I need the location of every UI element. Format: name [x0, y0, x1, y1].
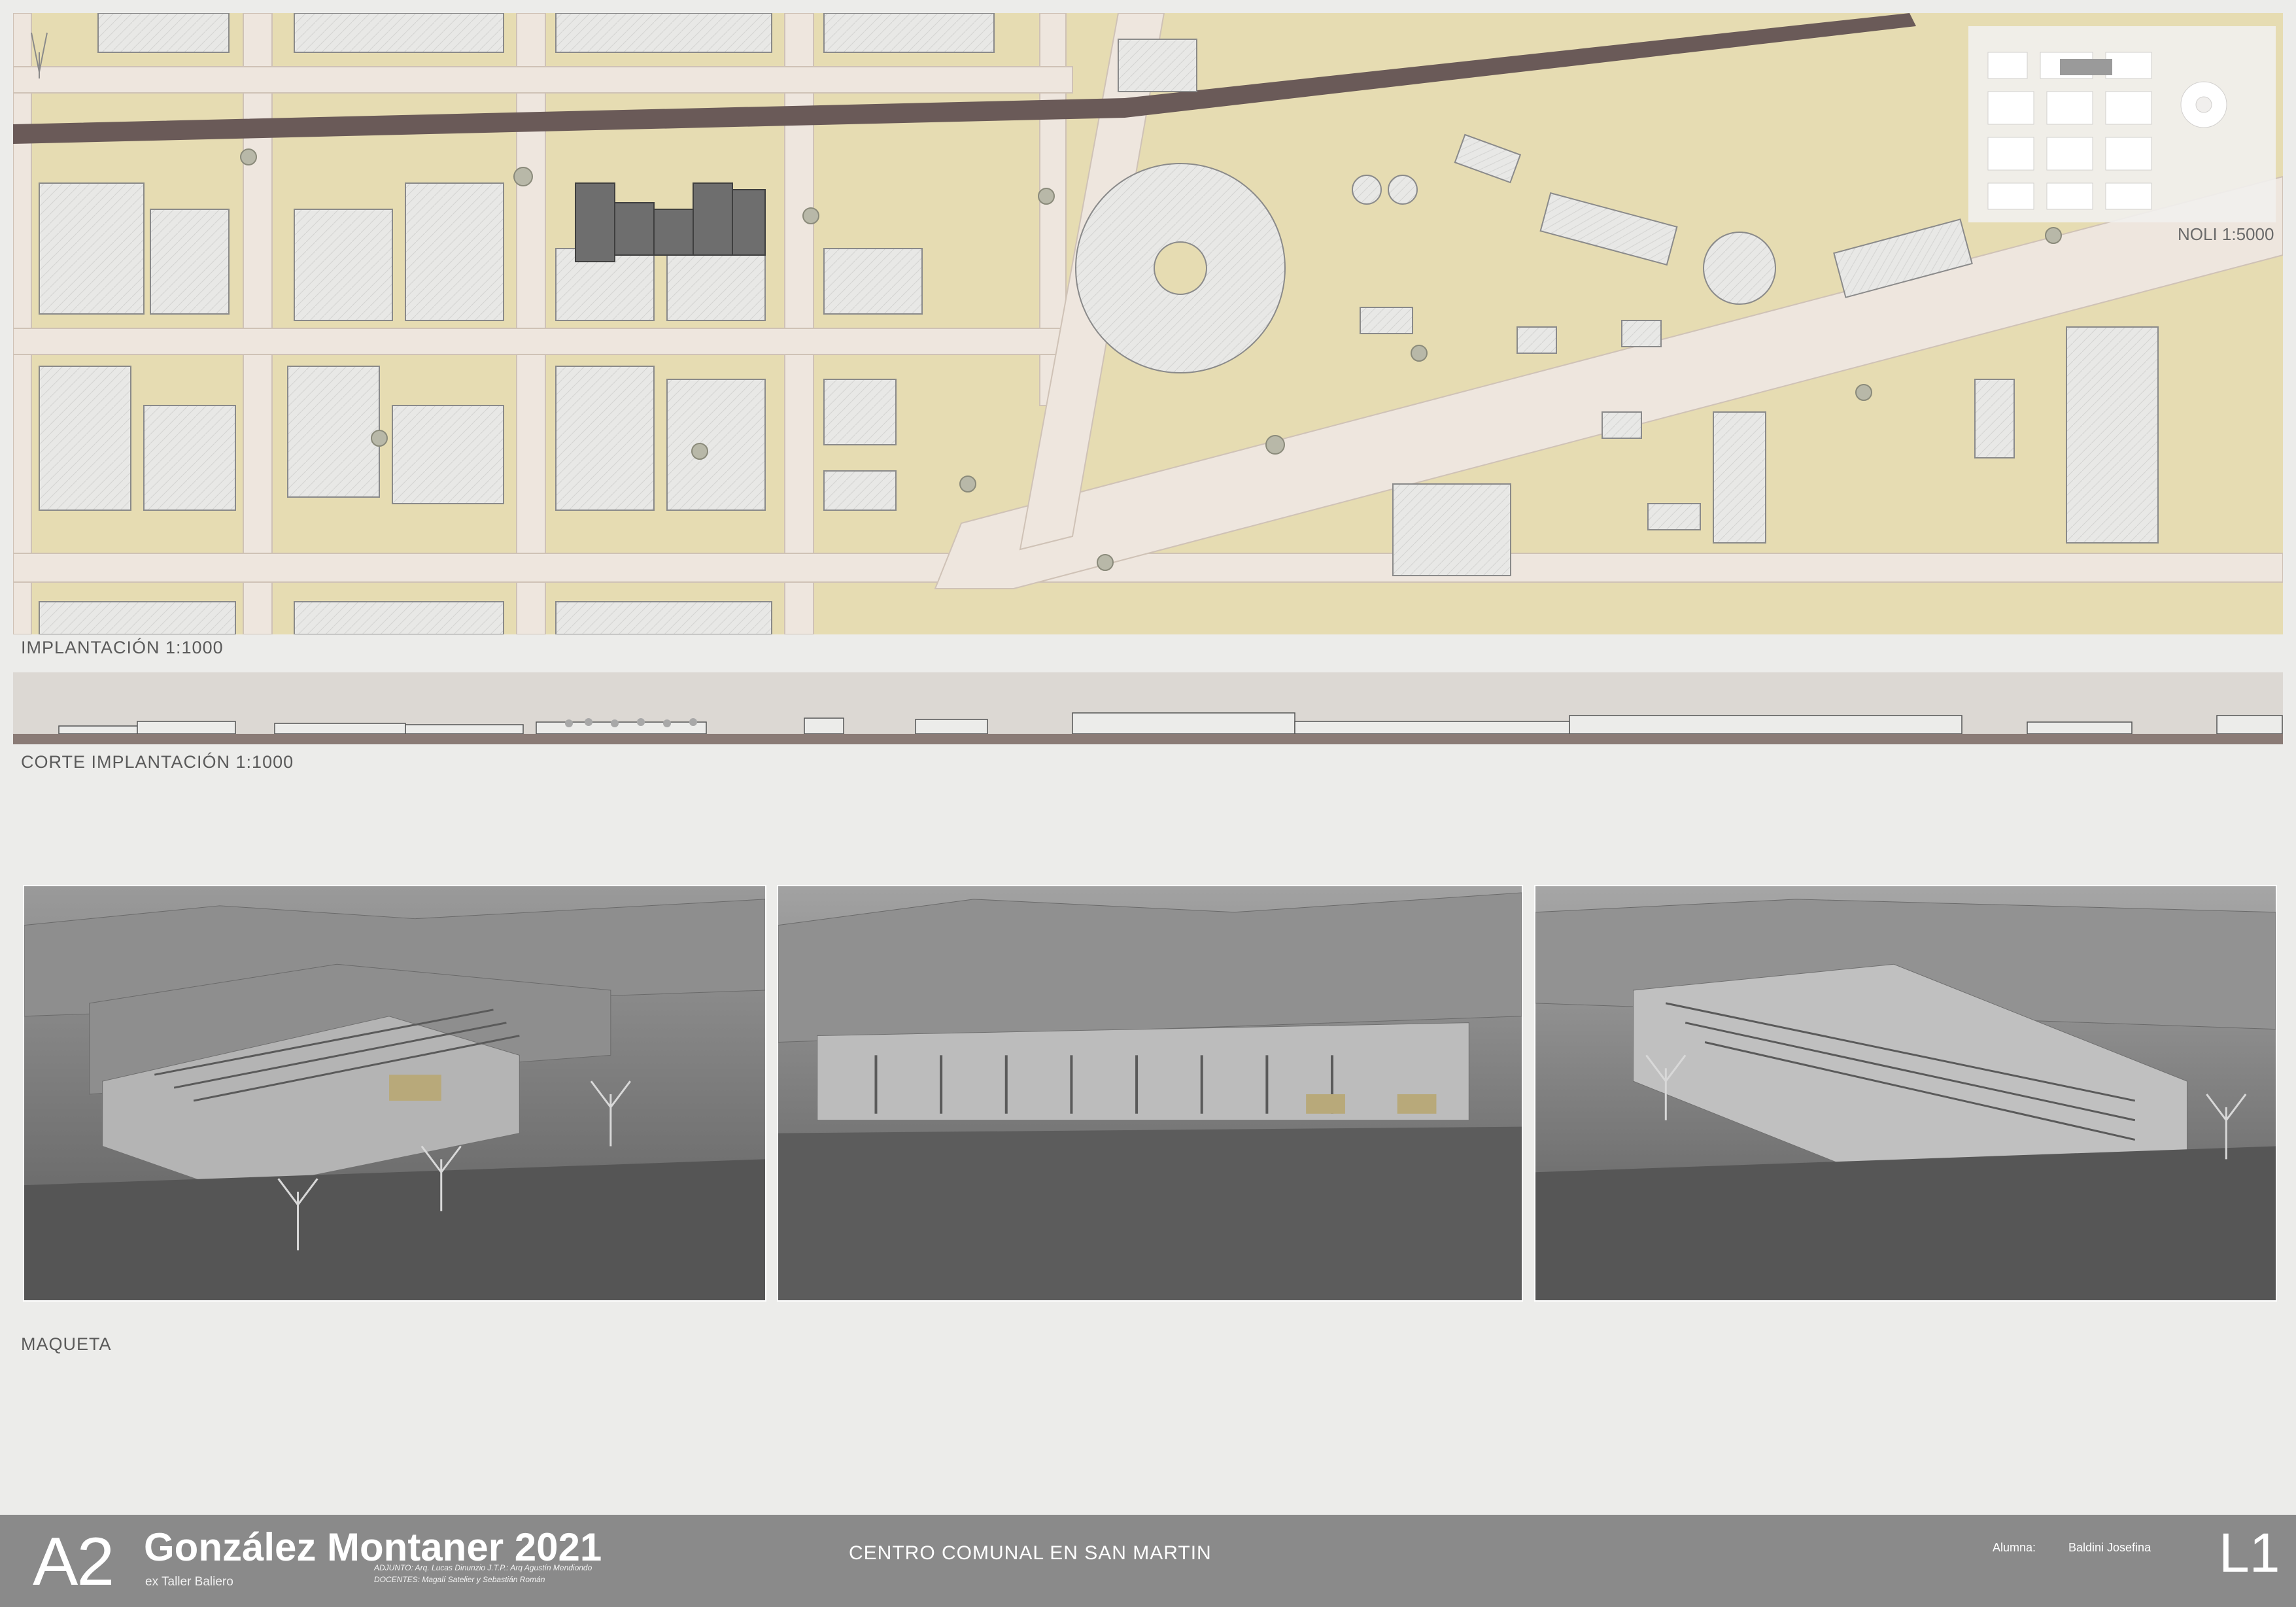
course-title: González Montaner 2021: [144, 1525, 602, 1569]
project-title: CENTRO COMUNAL EN SAN MARTIN: [849, 1542, 1212, 1564]
model-photo-1: [23, 885, 766, 1302]
ground-line: [13, 734, 2283, 744]
site-section: [13, 672, 2283, 744]
adjunct-credits: ADJUNTO: Arq. Lucas Dinunzio J.T.P.: Arq…: [374, 1563, 592, 1572]
sheet-code: A2: [33, 1524, 114, 1600]
site-plan-label: IMPLANTACIÓN 1:1000: [21, 638, 224, 657]
model-photo-2: [777, 885, 1523, 1302]
student-label: Alumna:: [1993, 1541, 2036, 1554]
model-photo-3: [1534, 885, 2277, 1302]
site-plan: NOLI 1:5000: [13, 13, 2283, 634]
workshop-label: ex Taller Baliero: [145, 1575, 233, 1589]
noli-inset-map: [1968, 26, 2276, 222]
section-label: CORTE IMPLANTACIÓN 1:1000: [21, 752, 294, 772]
student-name: Baldini Josefina: [2068, 1541, 2151, 1554]
noli-label: NOLI 1:5000: [2178, 224, 2274, 244]
model-label: MAQUETA: [21, 1334, 112, 1354]
sheet-number: L1: [2219, 1522, 2280, 1583]
teacher-credits: DOCENTES: Magalí Satelier y Sebastián Ro…: [374, 1575, 545, 1584]
title-block: A2 González Montaner 2021 ex Taller Bali…: [0, 1515, 2296, 1607]
